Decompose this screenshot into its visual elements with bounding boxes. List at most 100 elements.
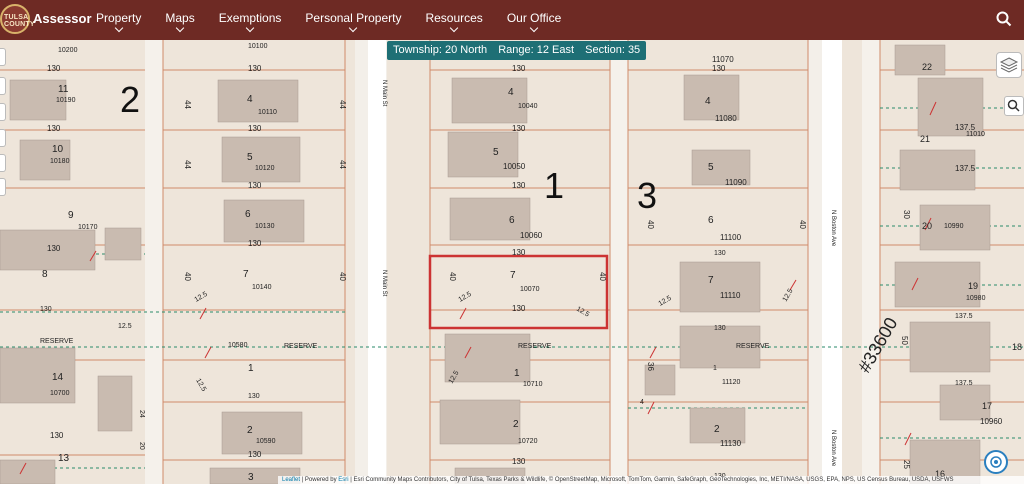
lot-address: 11090 [725,178,747,187]
range-text: Range: 12 East [498,44,575,56]
leaflet-link[interactable]: Leaflet [282,477,300,483]
lot-address: 10140 [252,284,272,291]
lot-address: 10100 [248,43,268,50]
lot-number: 11 [58,84,69,95]
lot-dimension: 130 [714,325,726,332]
nav-personal-property[interactable]: Personal Property [305,0,401,40]
lot-dimension: 130 [512,248,526,257]
lot-address: 10590 [256,438,276,445]
lot-dimension: 30 [902,210,911,219]
chevron-down-icon [245,23,255,33]
map-side-control[interactable] [0,103,6,121]
map-side-control[interactable] [0,48,6,66]
attribution-text: | Esri Community Maps Contributors, City… [350,477,954,483]
township-text: Township: 20 North [393,44,488,56]
map-search-button[interactable] [1004,96,1024,116]
nav-exemptions[interactable]: Exemptions [219,0,281,40]
chevron-down-icon [529,23,539,33]
lot-address: 10060 [520,231,543,240]
lot-number: 18 [1012,342,1022,352]
lot-number: 6 [509,215,515,226]
lot-dimension: 130 [40,306,52,313]
layers-button[interactable] [996,52,1022,78]
map-side-control[interactable] [0,154,6,172]
lot-dimension: 12.5 [575,306,590,319]
lot-number: 21 [920,134,930,144]
lot-dimension: 130 [248,239,262,248]
annotation-label: #33600 [854,314,901,376]
lot-number: 5 [493,147,499,158]
reserve-label: RESERVE [284,343,318,350]
lot-dimension: 50 [900,336,909,345]
map-side-control[interactable] [0,129,6,147]
lot-number: 4 [247,94,253,105]
lot-dimension: 25 [902,460,911,469]
lot-number: 6 [245,209,251,220]
lot-number: 5 [708,162,714,173]
lot-dimension: 44 [338,160,347,169]
lot-dimension: 40 [338,272,347,281]
lot-address: 10120 [255,165,275,172]
layers-icon [999,57,1019,73]
nav-property[interactable]: Property [96,0,141,40]
header-bar: TULSA COUNTY Assessor Property Maps Exem… [0,0,1024,40]
parcel-map[interactable]: 2 1 3 N Main St N Main St N Boston Ave N… [0,40,1024,484]
lot-dimension: 137.5 [955,164,976,173]
lot-address: 10700 [50,390,70,397]
brand-title[interactable]: Assessor [33,11,92,26]
county-logo[interactable]: TULSA COUNTY [0,4,35,34]
lot-number: 5 [247,152,253,163]
logo-text: TULSA COUNTY [4,14,35,28]
lot-dimension: 12.5 [118,323,132,330]
search-icon[interactable] [996,11,1012,27]
lot-number: 4 [705,96,711,107]
map-side-control[interactable] [0,77,6,95]
locate-button[interactable] [984,450,1008,474]
block-label: 3 [637,175,657,216]
reserve-label: RESERVE [40,338,74,345]
main-nav: Property Maps Exemptions Personal Proper… [96,0,585,40]
reserve-label: RESERVE [518,343,552,350]
lot-address: 10180 [50,158,70,165]
lot-address: 11110 [720,291,741,300]
lot-number: 22 [922,62,932,72]
lot-address: 10130 [255,223,275,230]
chevron-down-icon [449,23,459,33]
locate-icon [990,456,1002,468]
lot-address: 11070 [712,55,734,64]
lot-dimension: 130 [512,304,526,313]
lot-address: 10710 [523,381,543,388]
lot-address: 10070 [520,286,540,293]
lot-dimension: 130 [512,124,526,133]
street-label: N Main St [381,270,387,297]
esri-link[interactable]: Esri [338,477,348,483]
lot-number: 4 [508,87,514,98]
lot-dimension: 12.5 [448,370,461,385]
map-side-control[interactable] [0,178,6,196]
lot-dimension: 12.5 [782,288,795,303]
map-attribution: Leaflet | Powered by Esri | Esri Communi… [278,476,1024,484]
lot-dimension: 12.5 [194,291,209,304]
nav-maps[interactable]: Maps [165,0,195,40]
lot-dimension: 130 [47,64,61,73]
lot-number: 20 [922,221,932,231]
nav-our-office[interactable]: Our Office [507,0,561,40]
lot-dimension: 130 [248,124,262,133]
lot-address: 10190 [56,97,76,104]
lot-number: 2 [513,419,519,430]
lot-dimension: 40 [448,272,457,281]
street-label: N Main St [381,80,387,107]
lot-address: 11080 [715,114,737,123]
lot-dimension: 137.5 [955,123,976,132]
lot-number: 1 [514,368,520,379]
street-label: N Boston Ave [830,430,836,467]
lot-dimension: 40 [798,220,807,229]
lot-address: 10170 [78,224,98,231]
lot-number: 10 [52,144,64,155]
lot-number: 9 [68,210,74,221]
map-labels: 2 1 3 N Main St N Main St N Boston Ave N… [40,43,1022,483]
block-label: 2 [120,79,140,120]
nav-resources[interactable]: Resources [425,0,483,40]
street-label: N Boston Ave [830,210,836,247]
lot-number: 2 [247,425,253,436]
